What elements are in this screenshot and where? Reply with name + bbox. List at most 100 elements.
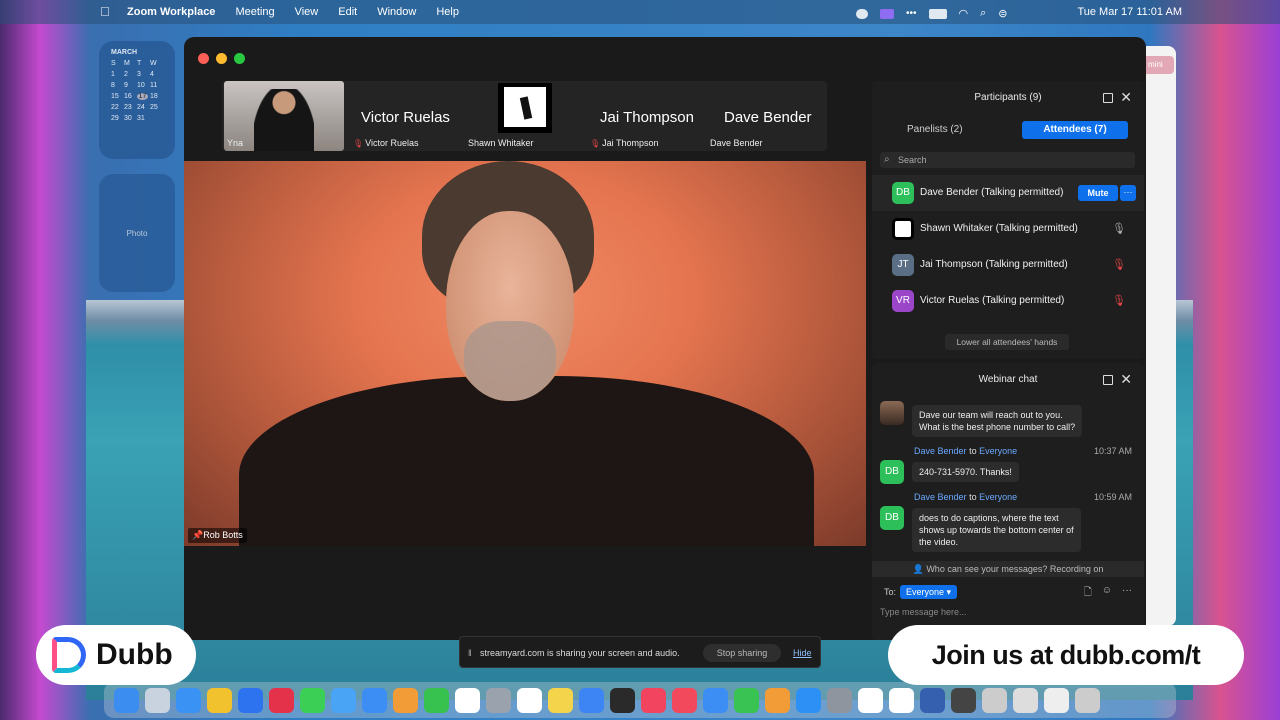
- chat-text: shows up towards the bottom center of: [919, 525, 1074, 535]
- more-button[interactable]: ···: [1120, 185, 1136, 201]
- chat-privacy-note[interactable]: 👤 Who can see your messages? Recording o…: [872, 561, 1144, 577]
- tab-panelists[interactable]: Panelists (2): [907, 121, 963, 139]
- dock-app-icon[interactable]: [1044, 687, 1069, 713]
- chat-recipient[interactable]: Everyone: [979, 446, 1017, 456]
- fullscreen-window-button[interactable]: [234, 53, 245, 64]
- stop-sharing-button[interactable]: Stop sharing: [703, 644, 781, 662]
- participant-row[interactable]: JT Jai Thompson (Talking permitted) 🎙: [872, 247, 1144, 283]
- dock-app-icon[interactable]: [1013, 687, 1038, 713]
- close-icon[interactable]: ✕: [1120, 88, 1132, 106]
- mute-button[interactable]: Mute: [1078, 185, 1118, 201]
- menu-meeting[interactable]: Meeting: [235, 6, 274, 18]
- search-icon: ⌕: [884, 154, 890, 165]
- tile-name: Dave Bender: [710, 138, 763, 148]
- dock-app-icon[interactable]: [889, 687, 914, 713]
- dock-app-icon[interactable]: [393, 687, 418, 713]
- photo-widget[interactable]: Photo: [99, 174, 175, 292]
- emoji-icon[interactable]: ☺: [1102, 585, 1112, 602]
- video-tile-victor[interactable]: Victor Ruelas 🎙 Victor Ruelas: [347, 81, 487, 151]
- menu-app-name[interactable]: Zoom Workplace: [127, 6, 215, 18]
- menu-window[interactable]: Window: [377, 6, 416, 18]
- participant-row[interactable]: Shawn Whitaker (Talking permitted) 🎙: [872, 211, 1144, 247]
- participants-panel: Participants (9) ✕ Panelists (2) Attende…: [872, 81, 1144, 359]
- control-center-icon[interactable]: ⊜: [998, 7, 1007, 20]
- participant-row[interactable]: VR Victor Ruelas (Talking permitted) 🎙: [872, 283, 1144, 319]
- menu-clock[interactable]: Tue Mar 17 11:01 AM: [1077, 6, 1182, 18]
- mic-icon[interactable]: 🎙: [1112, 222, 1126, 235]
- mic-muted-icon[interactable]: 🎙: [1112, 258, 1126, 271]
- calendar-day: 4: [150, 71, 154, 78]
- calendar-month: MARCH: [111, 49, 138, 56]
- close-window-button[interactable]: [198, 53, 209, 64]
- tab-attendees[interactable]: Attendees (7): [1022, 121, 1128, 139]
- recipient-select[interactable]: Everyone ▾: [900, 585, 958, 599]
- participant-row[interactable]: DB Dave Bender (Talking permitted) Mute …: [872, 175, 1144, 211]
- dock-app-icon[interactable]: [331, 687, 356, 713]
- ellipsis-icon[interactable]: •••: [906, 8, 917, 19]
- dock-app-icon[interactable]: [145, 687, 170, 713]
- wifi-icon[interactable]: ◠: [959, 7, 969, 20]
- main-video[interactable]: 📌Rob Botts: [184, 161, 866, 546]
- chat-sender[interactable]: Dave Bender: [914, 492, 967, 502]
- participant-search[interactable]: ⌕ Search: [880, 152, 1135, 168]
- dock-app-icon[interactable]: [982, 687, 1007, 713]
- more-icon[interactable]: ···: [1122, 585, 1132, 602]
- hide-share-bar-link[interactable]: Hide: [793, 648, 812, 658]
- participant-name: Dave Bender (Talking permitted): [920, 187, 1064, 198]
- calendar-widget[interactable]: MARCH S M T W 1 2 3 4 8 9 10 11 15 16 17…: [99, 41, 175, 159]
- dock-app-icon[interactable]: [176, 687, 201, 713]
- chat-sender[interactable]: Dave Bender: [914, 446, 967, 456]
- dock-app-icon[interactable]: [920, 687, 945, 713]
- battery-icon[interactable]: [928, 8, 947, 19]
- screen-share-status-icon[interactable]: [880, 8, 894, 19]
- calendar-day: 22: [111, 104, 119, 111]
- popout-icon[interactable]: [1103, 375, 1113, 385]
- file-icon[interactable]: 🗋: [1084, 585, 1092, 602]
- apple-icon[interactable]: : [100, 5, 112, 19]
- dock-app-icon[interactable]: [1075, 687, 1100, 713]
- zoom-status-icon[interactable]: [856, 8, 868, 19]
- dock-app-icon[interactable]: [548, 687, 573, 713]
- dock-app-icon[interactable]: [672, 687, 697, 713]
- dock-app-icon[interactable]: [796, 687, 821, 713]
- dock-app-icon[interactable]: [734, 687, 759, 713]
- dubb-cta-banner: Join us at dubb.com/t: [888, 625, 1244, 685]
- lower-hands-button[interactable]: Lower all attendees' hands: [945, 334, 1069, 350]
- dock-app-icon[interactable]: [362, 687, 387, 713]
- popout-icon[interactable]: [1103, 93, 1113, 103]
- chat-recipient[interactable]: Everyone: [979, 492, 1017, 502]
- dock-app-icon[interactable]: [827, 687, 852, 713]
- video-tile-shawn[interactable]: Shawn Whitaker: [468, 81, 552, 151]
- dock-app-icon[interactable]: [951, 687, 976, 713]
- dock-app-icon[interactable]: [300, 687, 325, 713]
- dock-app-icon[interactable]: [765, 687, 790, 713]
- menu-view[interactable]: View: [295, 6, 319, 18]
- webinar-chat-panel: Webinar chat ✕ Dave our team will reach …: [872, 363, 1144, 640]
- dock-app-icon[interactable]: [703, 687, 728, 713]
- dock-app-icon[interactable]: [114, 687, 139, 713]
- mic-muted-icon[interactable]: 🎙: [1112, 294, 1126, 307]
- menu-edit[interactable]: Edit: [338, 6, 357, 18]
- dock-app-icon[interactable]: [486, 687, 511, 713]
- dock-app-icon[interactable]: [641, 687, 666, 713]
- spotlight-icon[interactable]: ⌕: [980, 7, 986, 20]
- video-tile-jai[interactable]: Jai Thompson 🎙 Jai Thompson: [572, 81, 702, 151]
- dock-app-icon[interactable]: [269, 687, 294, 713]
- dock-app-icon[interactable]: [455, 687, 480, 713]
- dock-app-icon[interactable]: [858, 687, 883, 713]
- close-icon[interactable]: ✕: [1120, 370, 1132, 388]
- avatar: [498, 83, 552, 133]
- dock-app-icon[interactable]: [517, 687, 542, 713]
- dock-app-icon[interactable]: [579, 687, 604, 713]
- chat-message-input[interactable]: [880, 605, 1130, 619]
- dock-app-icon[interactable]: [207, 687, 232, 713]
- minimize-window-button[interactable]: [216, 53, 227, 64]
- dock-app-icon[interactable]: [238, 687, 263, 713]
- pause-icon[interactable]: ‖: [468, 648, 472, 658]
- dock-app-icon[interactable]: [424, 687, 449, 713]
- chat-to: to: [969, 446, 977, 456]
- menu-help[interactable]: Help: [436, 6, 459, 18]
- video-tile-dave[interactable]: Dave Bender Dave Bender: [702, 81, 827, 151]
- dock-app-icon[interactable]: [610, 687, 635, 713]
- video-tile-yna[interactable]: Yna: [224, 81, 344, 151]
